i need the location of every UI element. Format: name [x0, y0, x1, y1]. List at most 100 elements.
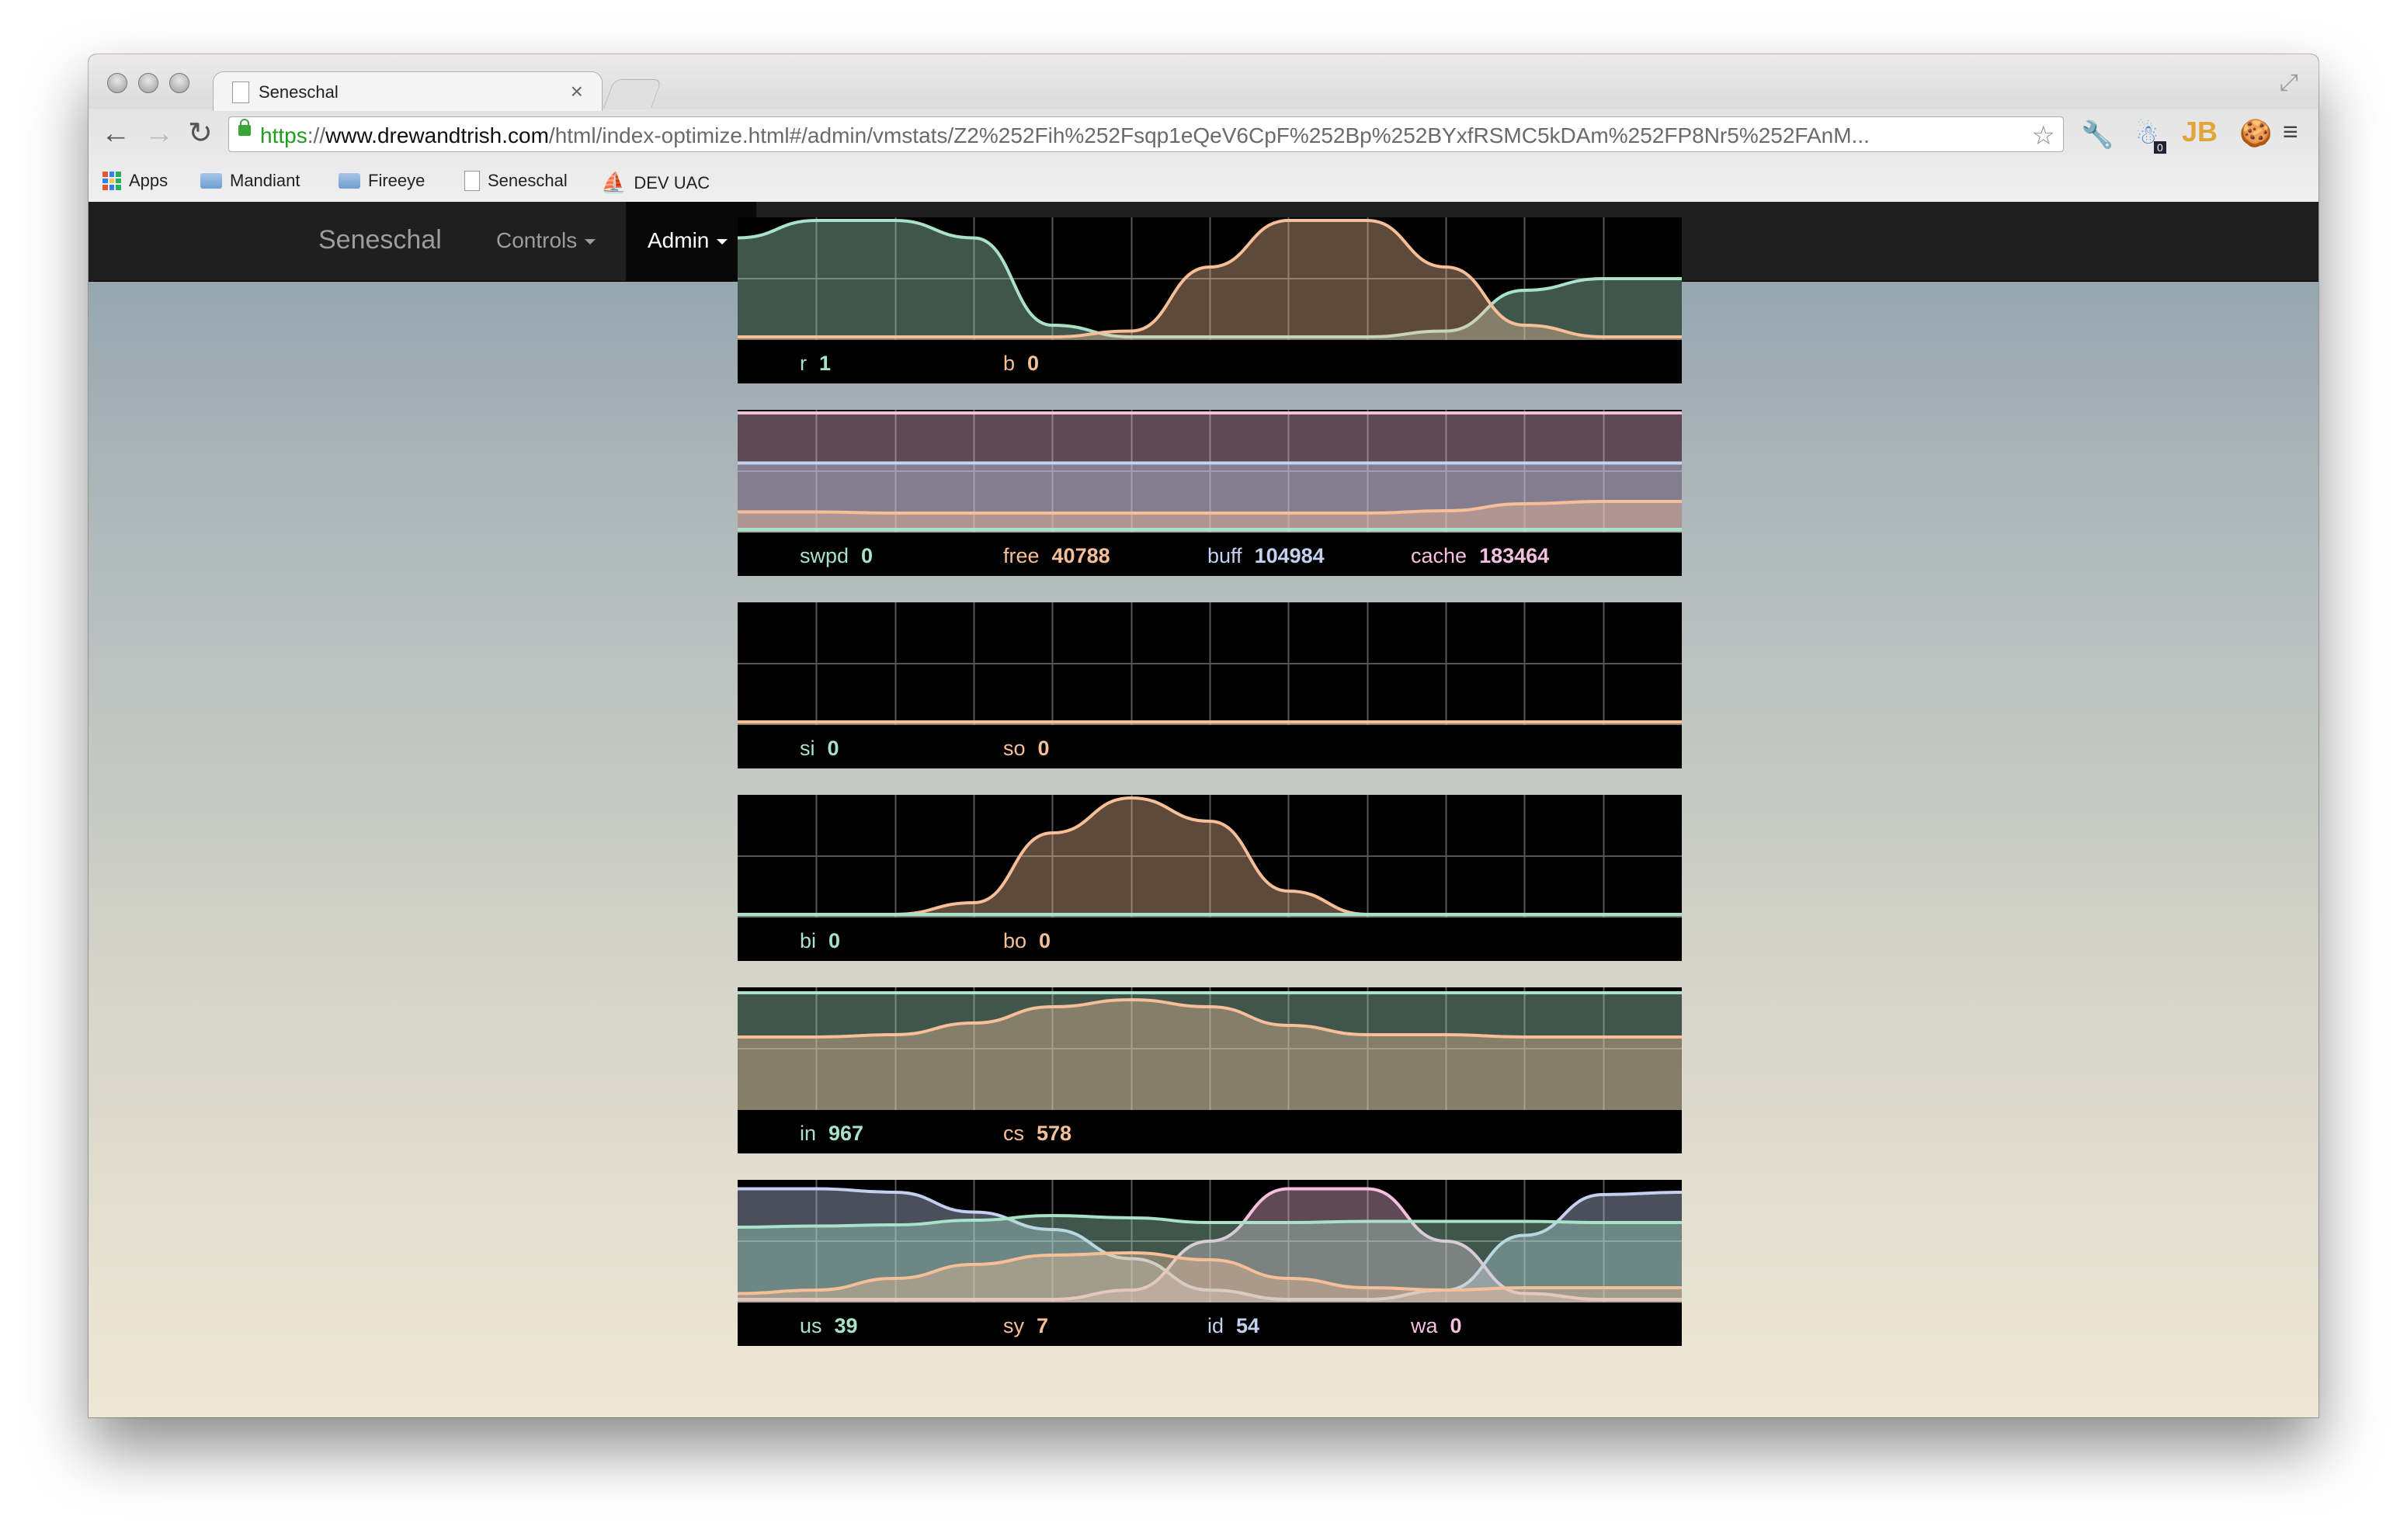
extension-badge: 0 [2154, 141, 2166, 154]
page-icon [464, 171, 480, 191]
browser-toolbar: ← → ↻ https://www.drewandtrish.com/html/… [89, 112, 2318, 158]
nav-admin-label: Admin [648, 228, 710, 252]
legend-value: 0 [1450, 1314, 1462, 1337]
chart-svg [738, 602, 1682, 725]
window-controls [107, 73, 189, 93]
legend-label: r [800, 352, 807, 375]
chart-legend: bi 0 bo 0 [738, 919, 1682, 961]
legend-value: 0 [828, 929, 841, 952]
legend-label: wa [1411, 1314, 1438, 1337]
legend-value: 0 [1037, 737, 1050, 760]
bookmark-fireeye[interactable]: Fireeye [339, 171, 425, 191]
new-tab-button[interactable] [603, 79, 662, 108]
wrench-icon[interactable]: 🔧 [2081, 120, 2114, 151]
bookmark-label: Apps [129, 171, 168, 190]
legend-value: 578 [1037, 1122, 1072, 1145]
legend-value: 40788 [1051, 544, 1110, 567]
bookmark-label: Seneschal [488, 171, 568, 190]
browser-tab[interactable]: Seneschal × [213, 71, 603, 111]
chart-svg [738, 410, 1682, 532]
address-bar[interactable]: https://www.drewandtrish.com/html/index-… [228, 116, 2064, 152]
fullscreen-icon[interactable]: ⤢ [2280, 70, 2298, 96]
legend-value: 1 [819, 352, 832, 375]
chart-svg [738, 795, 1682, 917]
chart-svg [738, 987, 1682, 1110]
chart-legend: si 0 so 0 [738, 727, 1682, 768]
vmstat-chart-bi-bo: bi 0 bo 0 [738, 795, 1682, 961]
chart-legend: r1 b0 [738, 342, 1682, 383]
legend-label: free [1003, 544, 1040, 567]
lock-icon [238, 119, 251, 136]
legend-item-swpd: swpd 0 [800, 544, 873, 568]
url-scheme: https [260, 123, 307, 147]
cookie-icon[interactable]: 🍪 [2239, 118, 2272, 149]
nav-controls-label: Controls [496, 228, 578, 252]
tab-close-icon[interactable]: × [571, 79, 583, 104]
folder-icon [200, 173, 222, 189]
legend-label: bi [800, 929, 817, 952]
legend-item-si: si 0 [800, 737, 839, 761]
legend-item-so: so 0 [1003, 737, 1050, 761]
apps-grid-icon [102, 172, 121, 190]
browser-window: Seneschal × ⤢ ← → ↻ https://www.drewandt… [89, 54, 2318, 1417]
legend-label: us [800, 1314, 822, 1337]
menu-icon[interactable]: ≡ [2283, 116, 2298, 147]
bookmark-dev-uac[interactable]: ⛵ DEV UAC [601, 171, 710, 195]
legend-item-bo: bo 0 [1003, 929, 1051, 953]
jb-extension-icon[interactable]: JB [2182, 116, 2218, 147]
legend-value: 0 [1027, 352, 1040, 375]
vmstat-chart-r-b: r1 b0 [738, 217, 1682, 383]
url-path: /html/index-optimize.html#/admin/vmstats… [548, 123, 1870, 147]
legend-item-b: b0 [1003, 352, 1039, 376]
legend-value: 183464 [1479, 544, 1550, 567]
forward-arrow-icon[interactable]: → [144, 118, 174, 149]
legend-item-cache: cache 183464 [1411, 544, 1549, 568]
document-icon [232, 82, 249, 103]
legend-value: 7 [1037, 1314, 1049, 1337]
close-window-button[interactable] [107, 73, 127, 93]
legend-label: bo [1003, 929, 1027, 952]
bookmark-seneschal[interactable]: Seneschal [464, 171, 568, 191]
bookmark-label: Fireeye [368, 171, 425, 190]
nav-admin-active[interactable]: Admin [626, 202, 756, 281]
legend-label: si [800, 737, 815, 760]
legend-value: 0 [827, 737, 839, 760]
page-viewport: Seneschal Controls Admin r 1 b 0 swpd 0 free 40… [89, 202, 2318, 1417]
bookmark-apps[interactable]: Apps [102, 171, 168, 191]
chart-svg [738, 1180, 1682, 1302]
url-separator: :// [307, 123, 326, 147]
url-host: www.drewandtrish.com [325, 123, 549, 147]
nav-admin-dropdown[interactable]: Admin [648, 228, 728, 253]
url-text[interactable]: https://www.drewandtrish.com/html/index-… [260, 123, 2015, 148]
caret-down-icon [717, 239, 728, 245]
back-arrow-icon[interactable]: ← [101, 118, 130, 149]
folder-icon [339, 173, 360, 189]
vmstat-chart-us-sy-id-wa: us 39 sy 7 id 54 wa 0 [738, 1180, 1682, 1346]
navbar-brand[interactable]: Seneschal [318, 225, 442, 255]
legend-item-buff: buff 104984 [1207, 544, 1325, 568]
bookmark-star-icon[interactable]: ☆ [2032, 120, 2055, 151]
bookmark-mandiant[interactable]: Mandiant [200, 171, 300, 191]
bookmarks-bar: Apps Mandiant Fireeye Seneschal ⛵ DEV UA… [89, 161, 2318, 200]
legend-item-cs: cs 578 [1003, 1122, 1072, 1146]
legend-label: b [1003, 352, 1016, 375]
legend-label: so [1003, 737, 1026, 760]
legend-value: 39 [834, 1314, 858, 1337]
zoom-window-button[interactable] [169, 73, 189, 93]
chart-legend: swpd 0 free 40788 buff 104984 cache 183464 [738, 534, 1682, 576]
legend-item-free: free 40788 [1003, 544, 1110, 568]
nav-controls-dropdown[interactable]: Controls [496, 228, 596, 253]
bookmark-label: Mandiant [230, 171, 300, 190]
legend-item-us: us 39 [800, 1314, 858, 1338]
reload-icon[interactable]: ↻ [188, 118, 213, 149]
tab-title: Seneschal [259, 82, 339, 102]
legend-item-in: in 967 [800, 1122, 863, 1146]
legend-item-bi: bi 0 [800, 929, 840, 953]
legend-label: cs [1003, 1122, 1024, 1145]
minimize-window-button[interactable] [138, 73, 158, 93]
legend-label: buff [1207, 544, 1242, 567]
legend-value: 54 [1236, 1314, 1260, 1337]
legend-value: 104984 [1254, 544, 1325, 567]
dev-uac-icon: ⛵ [601, 171, 627, 194]
caret-down-icon [585, 239, 596, 245]
